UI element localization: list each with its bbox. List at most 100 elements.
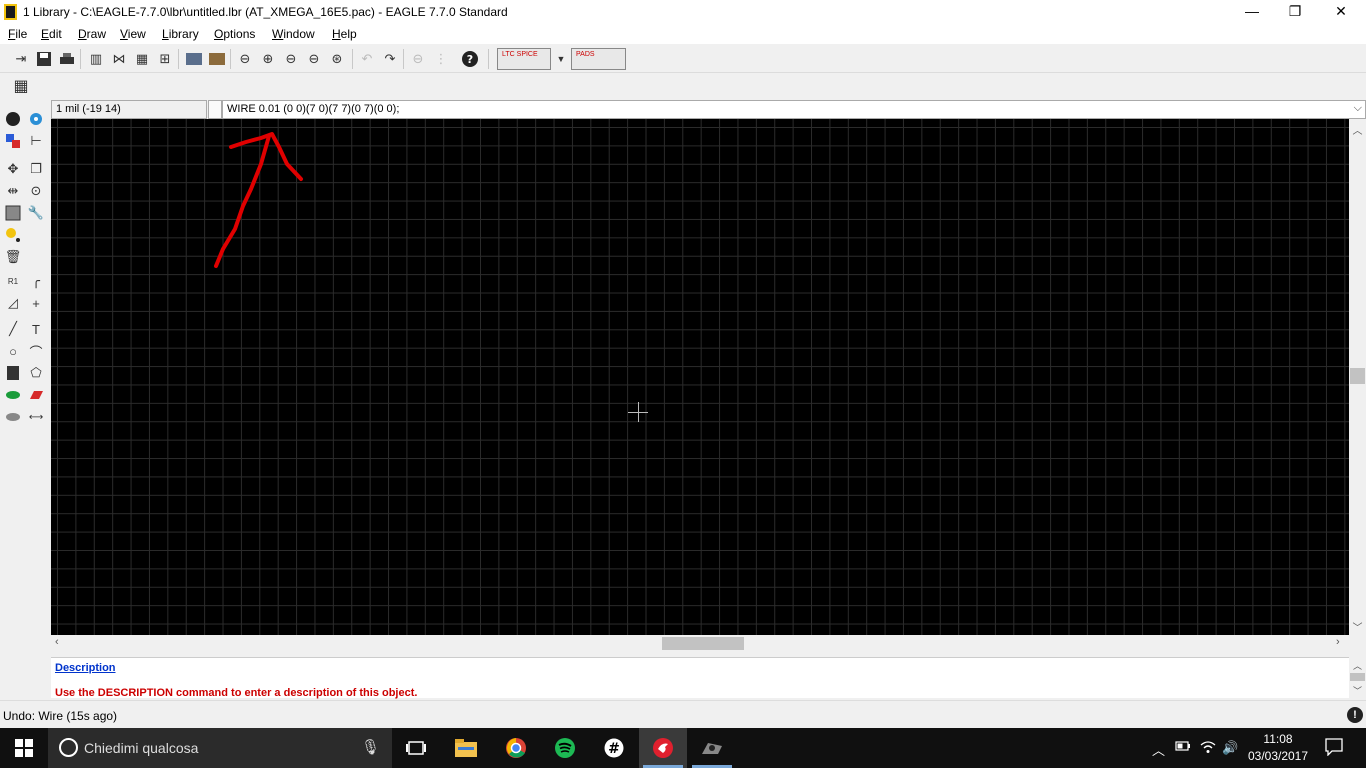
volume-icon[interactable]: 🔊 [1222, 740, 1238, 756]
zoom-select-icon[interactable]: ⊖ [304, 49, 324, 69]
dimension-icon[interactable]: ⟷ [26, 407, 46, 427]
menu-options[interactable]: Options [214, 27, 255, 41]
description-scrollbar[interactable]: ︿ ﹀ [1349, 657, 1366, 698]
go-icon[interactable]: ⋮ [431, 49, 451, 69]
scroll-down-icon[interactable]: ﹀ [1353, 684, 1362, 697]
redraw-icon[interactable]: ⊛ [327, 49, 347, 69]
windows-start-icon[interactable] [0, 728, 48, 768]
scroll-left-icon[interactable]: ‹ [55, 636, 59, 648]
cam-icon[interactable]: ⋈ [109, 49, 129, 69]
polygon-icon[interactable]: ⬠ [26, 363, 46, 383]
toolbar-separator [488, 49, 489, 69]
battery-icon[interactable] [1175, 740, 1191, 755]
zoom-fit-icon[interactable]: ⊖ [235, 49, 255, 69]
menu-view[interactable]: View [120, 27, 146, 41]
delete-icon[interactable]: 🗑 [3, 247, 23, 267]
show-hidden-icons[interactable]: ︿ [1152, 740, 1165, 759]
group-icon[interactable] [3, 203, 23, 223]
ulp-icon[interactable]: ⊞ [155, 49, 175, 69]
pad-icon[interactable] [3, 385, 23, 405]
split-icon[interactable]: ◿ [3, 293, 23, 313]
spotify-icon[interactable] [541, 728, 589, 768]
wire-icon[interactable]: ╱ [3, 319, 23, 339]
name-icon[interactable]: R1 [3, 271, 23, 291]
menu-library[interactable]: Library [162, 27, 199, 41]
print-icon[interactable] [57, 49, 77, 69]
cursor-crosshair-v [638, 402, 639, 422]
stop-icon[interactable]: ! [1347, 707, 1363, 723]
mirror-icon[interactable]: ⇹ [3, 181, 23, 201]
command-line-input[interactable]: WIRE 0.01 (0 0)(7 0)(7 7)(0 7)(0 0); ⌵ [222, 100, 1366, 119]
scroll-down-icon[interactable]: ﹀ [1349, 619, 1366, 634]
menu-help[interactable]: Help [332, 27, 357, 41]
redo-icon[interactable]: ↷ [380, 49, 400, 69]
optimize-icon[interactable]: + [26, 293, 46, 313]
paste-icon[interactable] [3, 225, 23, 245]
rect-icon[interactable] [3, 363, 23, 383]
chrome-icon[interactable] [492, 728, 540, 768]
menu-bar: File Edit Draw View Library Options Wind… [0, 24, 1366, 44]
open-library-icon[interactable]: ▥ [86, 49, 106, 69]
move-icon[interactable]: ✥ [3, 159, 23, 179]
taskbar-search-box[interactable]: Chiedimi qualcosa 🎙 [48, 728, 392, 768]
action-center-icon[interactable] [1325, 738, 1343, 759]
copy-icon[interactable]: ❐ [26, 159, 46, 179]
rotate-icon[interactable]: ⊙ [26, 181, 46, 201]
coordinate-toggle[interactable] [208, 100, 222, 119]
horizontal-scroll-thumb[interactable] [662, 637, 744, 650]
undo-icon[interactable]: ↶ [357, 49, 377, 69]
menu-file[interactable]: File [8, 27, 27, 41]
task-view-icon[interactable] [392, 728, 440, 768]
minimize-button[interactable]: — [1229, 0, 1275, 24]
zoom-out-icon[interactable]: ⊖ [281, 49, 301, 69]
search-placeholder: Chiedimi qualcosa [84, 740, 199, 756]
microphone-icon[interactable]: 🎙 [361, 738, 380, 756]
scroll-up-icon[interactable]: ︿ [1353, 659, 1362, 672]
help-icon[interactable]: ? [460, 49, 480, 69]
description-scroll-thumb[interactable] [1350, 673, 1365, 681]
menu-edit[interactable]: Edit [41, 27, 62, 41]
open-icon[interactable]: ⇥ [11, 49, 31, 69]
circle-icon[interactable]: ○ [3, 341, 23, 361]
toolbar-separator [352, 49, 353, 69]
grid-icon[interactable]: ▦ [11, 76, 31, 96]
ltspice-dropdown-icon[interactable]: ▼ [551, 49, 571, 69]
scroll-up-icon[interactable]: ︿ [1349, 122, 1366, 137]
ltspice-button[interactable]: LTC SPICE [497, 48, 551, 70]
drawing-canvas[interactable] [51, 119, 1349, 635]
chevron-down-icon[interactable]: ⌵ [1354, 102, 1362, 115]
file-explorer-icon[interactable] [442, 728, 490, 768]
pads-button[interactable]: PADS [571, 48, 626, 70]
layer-settings-icon[interactable] [184, 49, 204, 69]
smd-icon[interactable] [26, 385, 46, 405]
change-icon[interactable]: 🔧 [26, 203, 46, 223]
vertical-scrollbar[interactable]: ︿ ﹀ [1349, 119, 1366, 635]
menu-window[interactable]: Window [272, 27, 315, 41]
script-icon[interactable]: ▦ [132, 49, 152, 69]
save-icon[interactable] [34, 49, 54, 69]
description-link[interactable]: Description [55, 662, 116, 674]
zoom-in-icon[interactable]: ⊕ [258, 49, 278, 69]
wifi-icon[interactable] [1200, 740, 1216, 757]
maximize-button[interactable]: ❐ [1272, 0, 1318, 24]
taskbar-clock[interactable]: 11:08 03/03/2017 [1243, 731, 1313, 765]
close-button[interactable]: ✕ [1318, 0, 1364, 24]
menu-draw[interactable]: Draw [78, 27, 106, 41]
scroll-right-icon[interactable]: › [1336, 636, 1340, 648]
info-icon[interactable] [3, 109, 23, 129]
display-layers-icon[interactable] [3, 131, 23, 151]
description-message: Use the DESCRIPTION command to enter a d… [55, 687, 418, 699]
hole-icon[interactable] [3, 407, 23, 427]
show-icon[interactable] [26, 109, 46, 129]
vertical-scroll-thumb[interactable] [1350, 368, 1365, 384]
eagle-taskbar-icon[interactable] [639, 728, 687, 768]
slack-icon[interactable]: # [590, 728, 638, 768]
stop-command-icon[interactable]: ⊖ [408, 49, 428, 69]
text-icon[interactable]: T [26, 319, 46, 339]
game-app-icon[interactable] [688, 728, 736, 768]
mark-icon[interactable]: ⊢ [26, 131, 46, 151]
arc-icon[interactable]: ⌒ [26, 341, 46, 361]
cam-processor-icon[interactable] [207, 49, 227, 69]
miter-icon[interactable]: ╭ [26, 271, 46, 291]
horizontal-scrollbar[interactable]: ‹ › [51, 635, 1349, 652]
